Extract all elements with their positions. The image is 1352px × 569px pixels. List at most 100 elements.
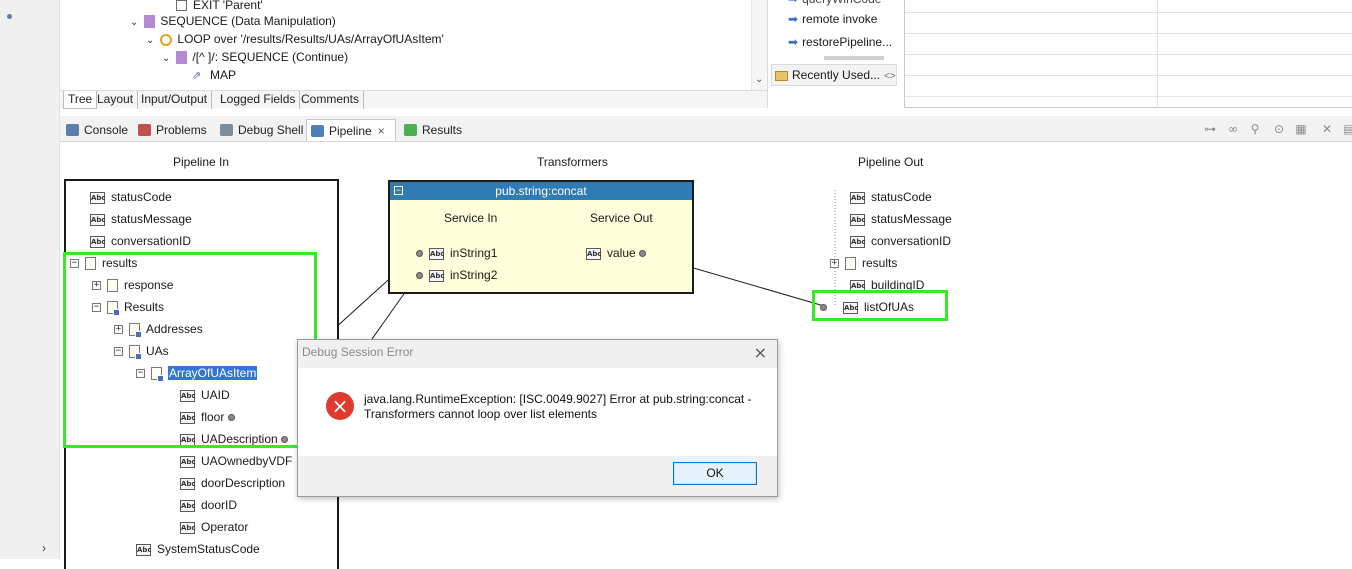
tab-comments[interactable]: Comments xyxy=(297,91,365,109)
flow-outline: EXIT 'Parent' ⌄ SEQUENCE (Data Manipulati… xyxy=(60,0,767,90)
transformer-output-value[interactable]: Abc value xyxy=(586,244,647,262)
drawer-toggle-icon[interactable]: <> xyxy=(884,71,896,82)
pipeline-icon xyxy=(311,125,324,137)
tab-console[interactable]: Console xyxy=(62,119,128,141)
transformer-input-instring2[interactable]: Abc inString2 xyxy=(416,266,497,284)
delete-icon[interactable]: ✕ xyxy=(1320,123,1334,135)
sequence-icon xyxy=(176,51,188,65)
out-node-conversationid[interactable]: Abc conversationID xyxy=(850,232,951,250)
link-handle-icon[interactable] xyxy=(639,250,647,258)
view-menu-icon[interactable]: ▤ xyxy=(1342,123,1352,135)
in-node-systemstatuscode[interactable]: Abc SystemStatusCode xyxy=(136,540,260,558)
tab-layout[interactable]: Layout xyxy=(93,91,139,109)
outline-row[interactable]: ⌄/[^ ]/: SEQUENCE (Continue) xyxy=(162,48,348,66)
string-field-icon: Abc xyxy=(850,235,866,248)
tab-debug-shell[interactable]: Debug Shell xyxy=(216,119,303,141)
ok-button[interactable]: OK xyxy=(673,462,757,485)
in-node-uaownedbyvdf[interactable]: Abc UAOwnedbyVDF xyxy=(180,452,292,470)
properties-grid xyxy=(904,0,1352,108)
problems-icon xyxy=(138,124,151,136)
document-icon xyxy=(845,257,856,271)
expand-icon[interactable]: + xyxy=(830,259,839,269)
string-field-icon: Abc xyxy=(90,191,106,204)
expand-arrow-icon[interactable]: › xyxy=(42,541,46,555)
tab-results[interactable]: Results xyxy=(400,119,462,141)
out-node-statusmessage[interactable]: Abc statusMessage xyxy=(850,210,952,228)
invoke-arrow-icon: ➡ xyxy=(788,35,799,49)
transformer-header[interactable]: − pub.string:concat xyxy=(390,182,692,200)
palette-item[interactable]: ➡queryWinCode xyxy=(788,0,881,8)
outline-row[interactable]: ⌄ LOOP over '/results/Results/UAs/ArrayOf… xyxy=(146,30,444,48)
marker-icon xyxy=(7,14,12,19)
map-icon: ⇗ xyxy=(192,69,202,82)
in-node-statuscode[interactable]: Abc statusCode xyxy=(90,188,172,206)
string-field-icon: Abc xyxy=(850,213,866,226)
string-field-icon: Abc xyxy=(429,269,445,282)
out-node-results[interactable]: + results xyxy=(830,254,897,272)
dialog-title: Debug Session Error xyxy=(302,345,414,359)
results-icon xyxy=(404,124,417,136)
chevron-down-icon[interactable]: ⌄ xyxy=(146,35,154,46)
link-icon[interactable]: ⊶ xyxy=(1203,123,1217,135)
string-field-icon: Abc xyxy=(850,191,866,204)
collapse-icon[interactable]: − xyxy=(394,186,403,195)
link-handle-icon[interactable] xyxy=(416,250,423,258)
in-node-statusmessage[interactable]: Abc statusMessage xyxy=(90,210,192,228)
service-out-label: Service Out xyxy=(590,211,653,225)
highlight-source-fields xyxy=(63,252,317,448)
tab-logged-fields[interactable]: Logged Fields xyxy=(216,91,301,109)
view-tab-bar: Console Problems Debug Shell Pipeline × R… xyxy=(60,116,1352,142)
tab-pipeline[interactable]: Pipeline × xyxy=(306,119,396,141)
step-icon[interactable]: ⊙ xyxy=(1272,123,1286,135)
in-node-operator[interactable]: Abc Operator xyxy=(180,518,248,536)
in-node-doordescription[interactable]: Abc doorDescription xyxy=(180,474,285,492)
invoke-arrow-icon: ➡ xyxy=(788,0,798,6)
chevron-down-icon[interactable]: ⌄ xyxy=(130,17,138,28)
tab-input-output[interactable]: Input/Output xyxy=(137,91,213,109)
string-field-icon: Abc xyxy=(180,499,196,512)
folder-icon xyxy=(775,70,788,81)
string-field-icon: Abc xyxy=(180,477,196,490)
chevron-down-icon[interactable]: ⌄ xyxy=(162,53,170,64)
recently-used-drawer[interactable]: Recently Used... <> xyxy=(771,64,897,86)
error-icon: × xyxy=(326,392,354,420)
transformer-concat[interactable]: − pub.string:concat Service In Service Ou… xyxy=(388,180,694,294)
scroll-down-icon[interactable]: ⌄ xyxy=(755,74,763,85)
layout-icon[interactable]: ▦ xyxy=(1294,123,1308,135)
in-node-doorid[interactable]: Abc doorID xyxy=(180,496,237,514)
outline-scrollbar[interactable]: ⌄ xyxy=(751,0,767,90)
outline-tabs: Tree Layout Input/Output Logged Fields C… xyxy=(60,90,767,109)
palette-item[interactable]: ➡ restorePipeline... xyxy=(788,33,892,51)
error-message: java.lang.RuntimeException: [ISC.0049.90… xyxy=(364,392,752,421)
close-icon[interactable]: × xyxy=(754,343,767,362)
string-field-icon: Abc xyxy=(90,213,106,226)
palette-scroll-thumb[interactable] xyxy=(824,56,884,60)
string-field-icon: Abc xyxy=(429,247,445,260)
string-field-icon: Abc xyxy=(586,247,602,260)
tab-problems[interactable]: Problems xyxy=(134,119,207,141)
transformer-input-instring1[interactable]: Abc inString1 xyxy=(416,244,497,262)
map-all-icon[interactable]: ∞ xyxy=(1226,123,1240,135)
out-node-statuscode[interactable]: Abc statusCode xyxy=(850,188,932,206)
highlight-target-field xyxy=(812,290,948,321)
dialog-body: × java.lang.RuntimeException: [ISC.0049.… xyxy=(298,368,777,456)
exit-icon xyxy=(176,0,187,12)
console-icon xyxy=(66,124,79,136)
link-handle-icon[interactable] xyxy=(416,272,423,280)
tree-icon[interactable]: ⚲ xyxy=(1248,123,1262,135)
in-node-conversationid[interactable]: Abc conversationID xyxy=(90,232,191,250)
string-field-icon: Abc xyxy=(136,543,152,556)
invoke-arrow-icon: ➡ xyxy=(788,12,799,26)
debug-shell-icon xyxy=(220,124,233,136)
left-gutter: › xyxy=(0,0,60,559)
debug-session-error-dialog: Debug Session Error × × java.lang.Runtim… xyxy=(297,339,778,497)
sequence-icon xyxy=(144,15,156,29)
string-field-icon: Abc xyxy=(90,235,106,248)
outline-row[interactable]: ⌄ SEQUENCE (Data Manipulation) xyxy=(130,12,336,30)
palette-item[interactable]: ➡ remote invoke xyxy=(788,10,877,28)
string-field-icon: Abc xyxy=(180,455,196,468)
close-tab-icon[interactable]: × xyxy=(378,124,385,138)
palette-panel: ➡queryWinCode ➡remote invoke ➡restorePip… xyxy=(767,0,898,108)
outline-row[interactable]: ⇗ MAP xyxy=(192,66,236,84)
service-in-label: Service In xyxy=(444,211,498,225)
